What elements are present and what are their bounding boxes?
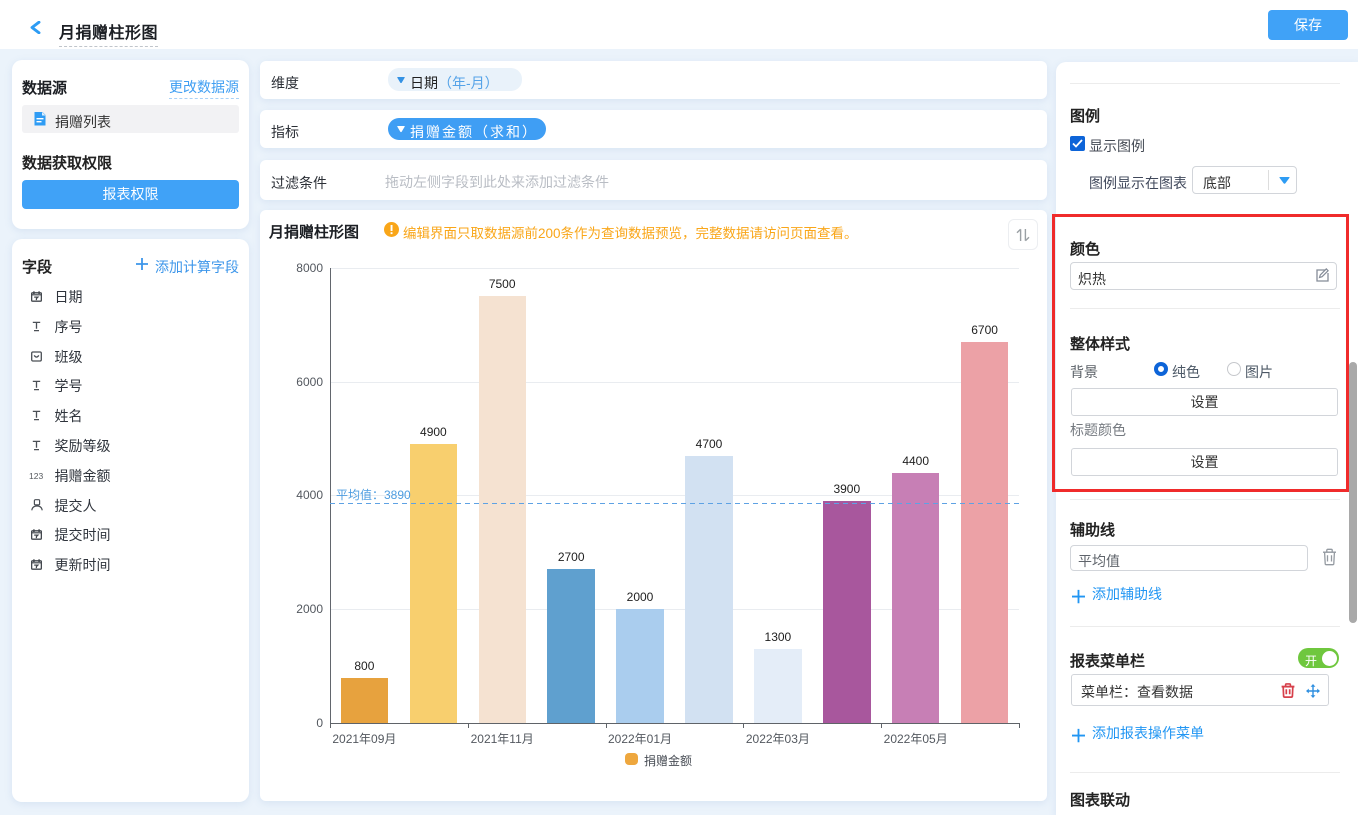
svg-text:123: 123	[29, 471, 43, 481]
